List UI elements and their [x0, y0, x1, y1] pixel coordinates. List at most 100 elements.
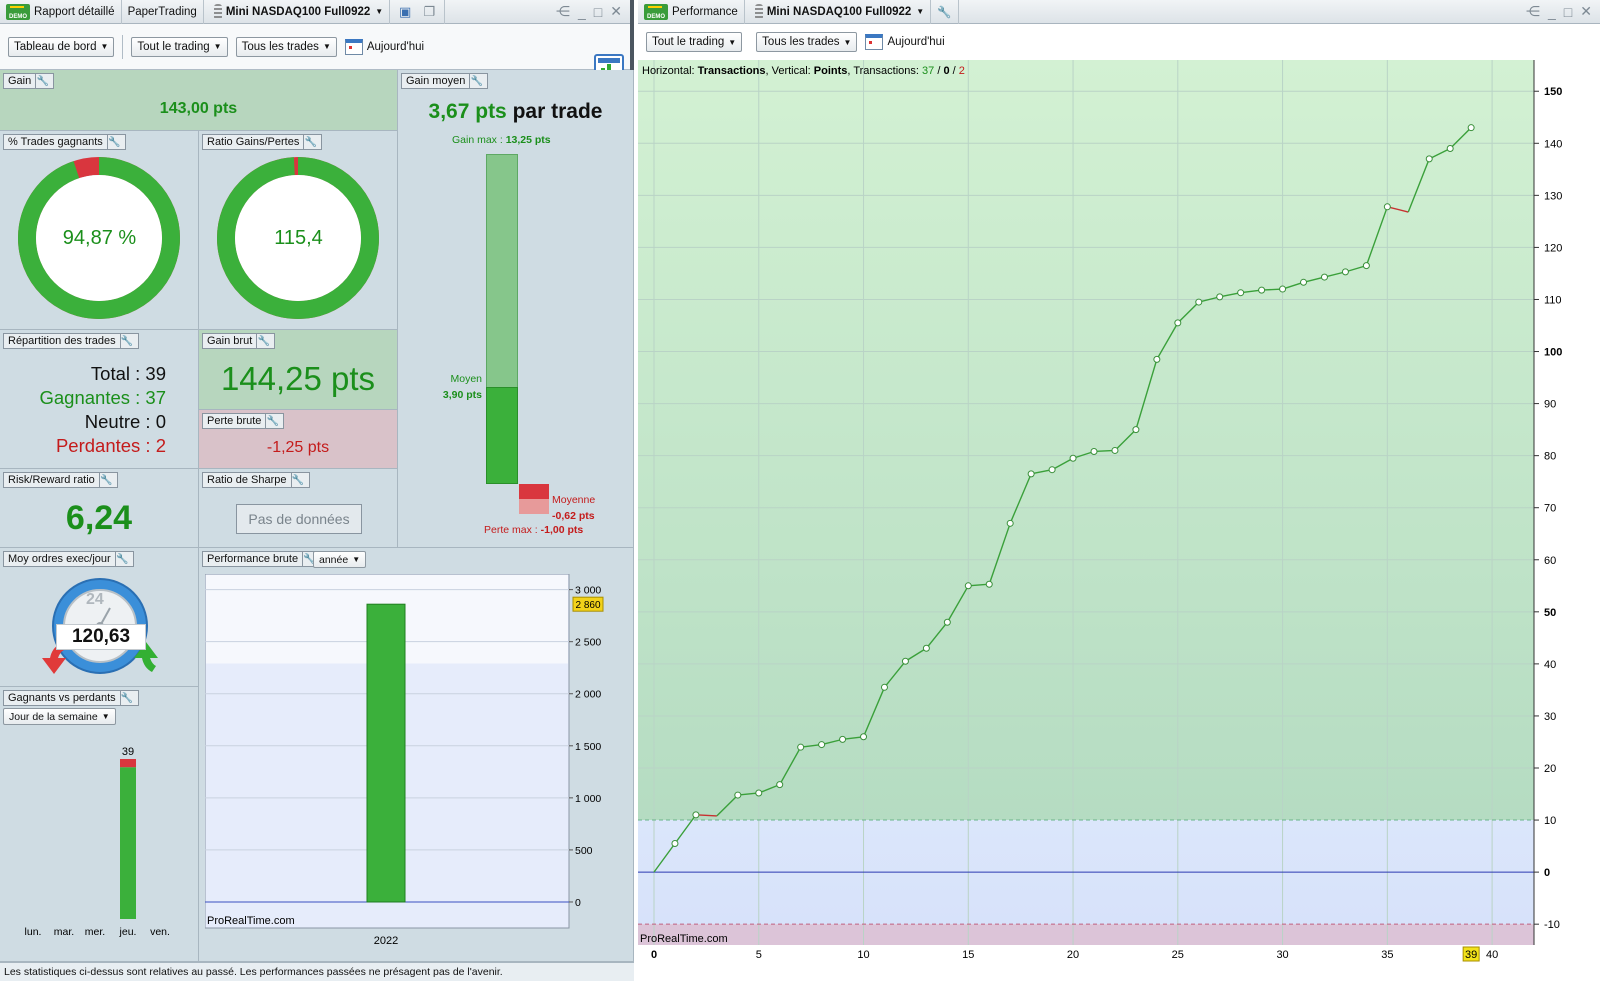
panel-title: Gain 🔧: [3, 73, 55, 89]
maximize-icon[interactable]: □: [1564, 4, 1572, 20]
y-tick-label: 1 500: [575, 741, 601, 753]
y-tick-label: 0: [1544, 867, 1550, 879]
wrench-icon[interactable]: 🔧: [265, 414, 279, 428]
wrench-icon[interactable]: 🔧: [119, 691, 134, 705]
risk-reward-panel: Risk/Reward ratio 🔧 6,24: [0, 469, 199, 548]
date-picker[interactable]: Aujourd'hui: [344, 38, 424, 55]
y-tick-label: 60: [1544, 555, 1556, 567]
performance-tab-label: Performance: [672, 5, 738, 18]
minimize-icon[interactable]: _: [1548, 4, 1556, 20]
wrench-icon[interactable]: 🔧: [98, 473, 113, 487]
v-value: Points: [814, 65, 848, 77]
trade-point: [1216, 293, 1224, 301]
trade-point: [734, 791, 742, 799]
y-tick-label: 80: [1544, 451, 1556, 463]
trade-point: [1258, 286, 1266, 294]
trading-filter-dropdown[interactable]: Tout le trading ▼: [646, 32, 743, 52]
gain-max-label: Gain max :: [452, 134, 506, 146]
bar-count-label: 39: [122, 746, 134, 758]
wrench-icon[interactable]: 🔧: [119, 334, 134, 348]
avg-gain-headline: 3,67 pts par trade: [398, 100, 633, 124]
instrument-selector[interactable]: Mini NASDAQ100 Full0922 ▼: [204, 0, 391, 24]
instrument-selector[interactable]: Mini NASDAQ100 Full0922 ▼: [745, 0, 932, 24]
panel-title-text: Ratio de Sharpe: [207, 474, 287, 486]
trades-filter-label: Tous les trades: [241, 40, 319, 53]
trades-filter-dropdown[interactable]: Tous les trades ▼: [756, 32, 858, 52]
trade-point: [1300, 278, 1308, 286]
weekday-mode-dropdown[interactable]: Jour de la semaine ▼: [3, 708, 116, 725]
report-tab-label[interactable]: Rapport détaillé: [34, 6, 115, 18]
close-icon[interactable]: ✕: [610, 3, 622, 20]
trading-filter-label: Tout le trading: [652, 36, 725, 48]
panel-title: Moy ordres exec/jour 🔧: [3, 551, 134, 567]
y-tick-label: 3 000: [575, 585, 601, 597]
wrench-icon[interactable]: 🔧: [106, 135, 121, 149]
wrench-icon[interactable]: 🔧: [35, 74, 49, 88]
x-tick-label: 20: [1067, 949, 1079, 961]
dashboard-dropdown[interactable]: Tableau de bord ▼: [8, 36, 115, 57]
weekday-label: mar.: [54, 926, 74, 938]
maximize-icon[interactable]: □: [594, 4, 602, 20]
weekday-mode-label: Jour de la semaine: [9, 710, 98, 723]
trade-point: [818, 741, 826, 749]
chevron-down-icon: ▼: [375, 7, 384, 16]
losers-bar: [120, 759, 136, 768]
moy-ordres-value: 120,63: [56, 624, 146, 650]
wrench-icon[interactable]: 🔧: [303, 135, 317, 149]
minimize-icon[interactable]: _: [578, 4, 586, 20]
window-controls: ⋲ _ □ ✕: [556, 3, 630, 20]
trade-point: [1153, 355, 1161, 363]
chevron-down-icon: ▼: [728, 37, 737, 47]
trade-point: [1132, 426, 1140, 434]
trade-point: [1195, 298, 1203, 306]
x-tick-label: 40: [1486, 949, 1498, 961]
t-loss: 2: [959, 65, 965, 77]
value-marker-label: 2 860: [575, 600, 600, 611]
period-dropdown[interactable]: année ▼: [313, 551, 367, 568]
panel-title-text: Gain: [8, 75, 32, 87]
date-picker[interactable]: Aujourd'hui: [865, 34, 945, 50]
panel-title: Gain brut 🔧: [202, 333, 276, 349]
x-axis-background: [638, 945, 1534, 981]
account-tab[interactable]: PaperTrading: [122, 0, 204, 24]
wrench-icon[interactable]: 🔧: [290, 473, 305, 487]
panel-title-text: Performance brute: [207, 553, 299, 565]
chevron-down-icon: ▼: [843, 37, 852, 47]
wrench-icon[interactable]: 🔧: [256, 334, 270, 348]
performance-window: DEMO Performance Mini NASDAQ100 Full0922…: [638, 0, 1600, 981]
y-tick-label: 2 000: [575, 689, 601, 701]
avg-loss-bar: [519, 484, 549, 499]
t-sep: /: [950, 65, 959, 77]
trading-filter-dropdown[interactable]: Tout le trading ▼: [131, 36, 228, 57]
trades-filter-dropdown[interactable]: Tous les trades ▼: [235, 36, 337, 57]
trade-point: [901, 657, 909, 665]
y-tick-label: 100: [1544, 347, 1562, 359]
gain-brut-value: 144,25 pts: [220, 360, 376, 397]
x-tick-label: 2022: [374, 935, 398, 947]
copy-icon[interactable]: ❐: [420, 4, 438, 20]
max-loss-bar: [519, 498, 549, 514]
trade-point: [1090, 447, 1098, 455]
equity-curve-chart[interactable]: -100102030405060708090100110120130140150…: [638, 60, 1600, 981]
losing-trades: Perdantes : 2: [55, 435, 166, 456]
share-icon[interactable]: ⋲: [556, 3, 570, 20]
wrench-icon[interactable]: 🔧: [469, 74, 483, 88]
export-icon[interactable]: ▣: [396, 4, 414, 20]
trade-point: [1006, 519, 1014, 527]
share-icon[interactable]: ⋲: [1526, 3, 1540, 20]
panel-title: Risk/Reward ratio 🔧: [3, 472, 118, 488]
settings-button[interactable]: 🔧: [931, 0, 959, 24]
x-tick-label: 35: [1381, 949, 1393, 961]
trade-point: [943, 618, 951, 626]
panel-title: Répartition des trades 🔧: [3, 333, 139, 349]
panel-title-text: Risk/Reward ratio: [8, 474, 95, 486]
link-grip-icon: [754, 3, 763, 20]
performance-tab[interactable]: DEMO Performance: [638, 0, 745, 24]
winners-bar: [120, 767, 136, 919]
close-icon[interactable]: ✕: [1580, 3, 1592, 20]
x-tick-label: 25: [1172, 949, 1184, 961]
ratio-value: 115,4: [274, 227, 323, 249]
status-bar: Les statistiques ci-dessus sont relative…: [0, 962, 634, 981]
wrench-icon[interactable]: 🔧: [114, 552, 129, 566]
x-tick-label: 0: [651, 949, 657, 961]
